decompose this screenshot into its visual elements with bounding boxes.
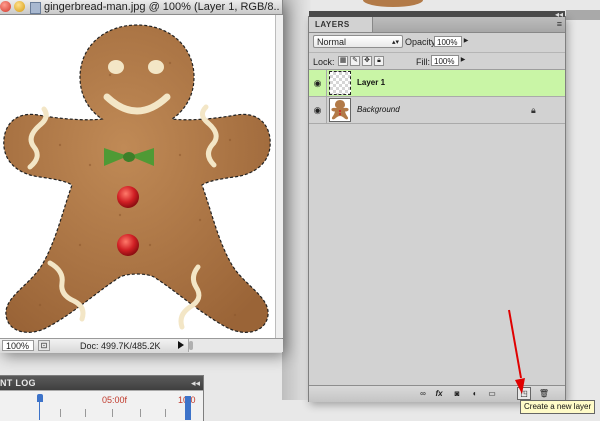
fx-icon[interactable]: fx [432,387,446,400]
ruler-tick [140,409,141,417]
doc-size-readout: Doc: 499.7K/485.2K [80,341,161,351]
fill-input[interactable]: 100% [431,55,459,66]
blend-row: Normal ▴▾ Opacity: 100% ▶ [309,33,565,51]
eye-icon[interactable]: ◉ [309,70,327,96]
adjustment-icon[interactable]: ◐ [468,387,482,400]
fill-label: Fill: [416,57,430,67]
ruler-tick [112,409,113,417]
ruler-tick [85,409,86,417]
timeline-title: NT LOG [0,378,36,388]
lock-label: Lock: [313,57,335,67]
lock-row: Lock: ▦ ✎ ✥ 🔒︎ Fill: 100% ▶ [309,52,565,69]
layer-row-background[interactable]: ◉ Background 🔒︎ [309,97,565,124]
layer-list: ◉ Layer 1 ◉ Background 🔒︎ [309,69,565,386]
document-titlebar[interactable]: gingerbread-man.jpg @ 100% (Layer 1, RGB… [0,0,282,15]
panel-tab-strip: LAYERS ≡ [309,17,565,33]
work-area-end-handle[interactable] [185,396,191,420]
timeline-panel: NT LOG ◂◂ 05:00f 10:0 [0,375,204,421]
ruler-label-5: 05:00f [102,395,128,405]
fill-slider-arrow-icon[interactable]: ▶ [459,55,467,66]
cookie-fragment [363,0,423,7]
opacity-input[interactable]: 100% [434,36,462,47]
ruler-tick [60,409,61,417]
image-canvas[interactable] [0,15,275,338]
layer-name: Background [357,105,400,114]
panel-dock-edge [566,10,600,20]
gingerbread-thumbnail-icon [331,100,349,120]
tooltip: Create a new layer [520,400,596,414]
collapse-icon[interactable]: ◂◂ [191,377,200,389]
layer-name: Layer 1 [357,78,386,87]
layer-row-layer-1[interactable]: ◉ Layer 1 [309,70,565,97]
status-bar: 100% ⊡ Doc: 499.7K/485.2K [0,338,283,353]
blend-mode-value: Normal [317,37,347,47]
timeline-ruler[interactable]: 05:00f 10:0 [0,390,203,421]
lock-all-icon[interactable]: 🔒︎ [374,56,384,66]
panel-menu-icon[interactable]: ≡ [557,17,562,32]
layer-thumbnail [329,98,351,122]
document-window: gingerbread-man.jpg @ 100% (Layer 1, RGB… [0,0,283,353]
zoom-field[interactable]: 100% [2,340,34,351]
minimize-window-icon[interactable] [14,1,25,12]
status-options-icon[interactable]: ⊡ [38,340,50,351]
select-arrows-icon: ▴▾ [391,39,399,46]
mask-icon[interactable]: ◙ [450,387,464,400]
status-menu-arrow-icon[interactable] [178,341,184,349]
playhead-line [39,402,40,420]
new-layer-icon[interactable]: ◳ [517,387,531,400]
scroll-thumb[interactable] [189,341,193,350]
lock-transparent-pixels-icon[interactable]: ▦ [338,56,348,66]
horizontal-scrollbar[interactable] [188,339,283,352]
lock-icon: 🔒︎ [531,105,536,115]
close-window-icon[interactable] [0,1,11,12]
timeline-header[interactable]: NT LOG ◂◂ [0,376,203,390]
lock-image-pixels-icon[interactable]: ✎ [350,56,360,66]
layers-panel: ◂◂ LAYERS ≡ Normal ▴▾ Opacity: 100% ▶ Lo… [308,10,566,402]
link-icon[interactable]: ∞ [416,387,430,400]
layer-thumbnail [329,71,351,95]
group-icon[interactable]: ▭ [485,387,499,400]
eye-icon[interactable]: ◉ [309,97,327,123]
gingerbread-man-image [3,24,271,333]
playhead-handle[interactable] [37,394,43,402]
blend-mode-select[interactable]: Normal ▴▾ [313,35,403,48]
ruler-tick [165,409,166,417]
document-icon [30,2,41,14]
vertical-scrollbar[interactable] [275,15,283,338]
opacity-slider-arrow-icon[interactable]: ▶ [462,36,470,47]
document-title: gingerbread-man.jpg @ 100% (Layer 1, RGB… [44,1,280,13]
trash-icon[interactable]: 🗑︎ [537,387,551,400]
tab-layers[interactable]: LAYERS [309,17,373,32]
lock-position-icon[interactable]: ✥ [362,56,372,66]
